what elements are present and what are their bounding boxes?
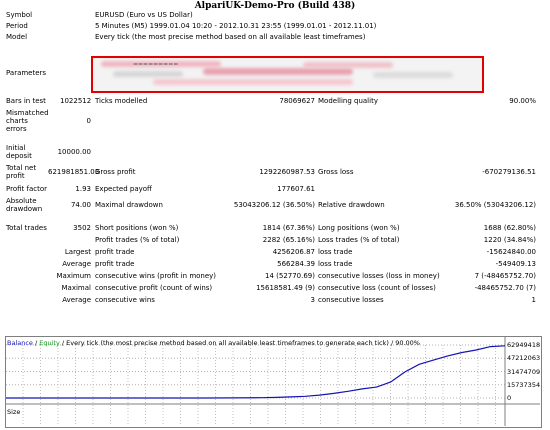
model-value: Every tick (the most precise method base…	[95, 33, 366, 41]
expected-payoff-value: 177607.61	[277, 185, 315, 193]
rel-drawdown-value: 36.50% (53043206.12)	[454, 201, 536, 209]
avg-consec-wins-value: 3	[310, 296, 315, 304]
maximum-losses-value: 7 (-48465752.70)	[474, 272, 536, 280]
expected-payoff-label: Expected payoff	[95, 185, 152, 193]
parameters-label: Parameters	[6, 69, 47, 77]
avg-consec-losses-label: consecutive losses	[318, 296, 384, 304]
profit-trades-value: 2282 (65.16%)	[262, 236, 315, 244]
profit-factor-label: Profit factor	[6, 185, 47, 193]
avg-consec-wins-label: consecutive wins	[95, 296, 155, 304]
rel-drawdown-label: Relative drawdown	[318, 201, 385, 209]
maximum-wins-value: 14 (52770.69)	[265, 272, 315, 280]
redacted-blob	[373, 72, 453, 78]
average-loss-value: -549409.13	[495, 260, 536, 268]
max-drawdown-label: Maximal drawdown	[95, 201, 163, 209]
largest-prefix: Largest	[64, 248, 91, 256]
max-drawdown-value: 53043206.12 (36.50%)	[233, 201, 315, 209]
symbol-value: EURUSD (Euro vs US Dollar)	[95, 11, 193, 19]
average-prefix: Average	[62, 260, 91, 268]
maximal-profit-label: consecutive profit (count of wins)	[95, 284, 213, 292]
maximal-loss-label: consecutive loss (count of losses)	[318, 284, 436, 292]
ticks-value: 78069627	[279, 97, 315, 105]
largest-loss-value: -15624840.00	[486, 248, 536, 256]
mismatched-label-3: errors	[6, 125, 27, 133]
largest-profit-value: 4256206.87	[272, 248, 315, 256]
redacted-blob	[153, 79, 353, 85]
abs-drawdown-label-2: drawdown	[6, 205, 43, 213]
abs-drawdown-value: 74.00	[70, 201, 91, 209]
period-label: Period	[6, 22, 28, 30]
maximal-profit-value: 15618581.49 (9)	[256, 284, 315, 292]
net-profit-label-2: profit	[6, 172, 25, 180]
model-label: Model	[6, 33, 28, 41]
period-value: 5 Minutes (M5) 1999.01.04 10:20 - 2012.1…	[95, 22, 377, 30]
bars-value: 1022512	[60, 97, 92, 105]
quality-value: 90.00%	[509, 97, 536, 105]
gross-profit-label: Gross profit	[95, 168, 136, 176]
symbol-label: Symbol	[6, 11, 33, 19]
y-tick-label: 62949418	[507, 341, 541, 349]
balance-chart	[5, 336, 542, 428]
deposit-value: 10000.00	[57, 148, 91, 156]
maximal-prefix: Maximal	[61, 284, 91, 292]
deposit-label-2: deposit	[6, 152, 32, 160]
average-profit-value: 566284.39	[277, 260, 315, 268]
total-trades-value: 3502	[73, 224, 91, 232]
short-positions-value: 1814 (67.36%)	[262, 224, 315, 232]
size-panel-label: Size	[7, 408, 21, 416]
y-tick-label: 31474709	[507, 367, 541, 376]
quality-label: Modelling quality	[318, 97, 378, 105]
loss-trades-label: Loss trades (% of total)	[318, 236, 400, 244]
parameters-redacted-box: =========	[91, 56, 484, 93]
redacted-blob	[303, 62, 393, 68]
profit-factor-value: 1.93	[75, 185, 91, 193]
maximal-loss-value: -48465752.70 (7)	[474, 284, 536, 292]
total-trades-label: Total trades	[6, 224, 47, 232]
profit-trades-label: Profit trades (% of total)	[95, 236, 180, 244]
legend-balance: Balance	[7, 339, 33, 347]
bars-label: Bars in test	[6, 97, 46, 105]
window-title: AlpariUK-Demo-Pro (Build 438)	[194, 1, 356, 11]
long-positions-label: Long positions (won %)	[318, 224, 400, 232]
parameters-fragment: =========	[133, 61, 179, 68]
largest-loss-label: loss trade	[318, 248, 353, 256]
ticks-label: Ticks modelled	[95, 97, 148, 105]
redacted-blob	[203, 68, 353, 75]
avg-consec-prefix: Average	[62, 296, 91, 304]
average-loss-label: loss trade	[318, 260, 353, 268]
maximum-wins-label: consecutive wins (profit in money)	[95, 272, 217, 280]
redacted-blob	[113, 71, 183, 77]
legend-rest: / Every tick (the most precise method ba…	[59, 339, 420, 347]
average-profit-label: profit trade	[95, 260, 135, 268]
long-positions-value: 1688 (62.80%)	[483, 224, 536, 232]
avg-consec-losses-value: 1	[531, 296, 536, 304]
loss-trades-value: 1220 (34.84%)	[483, 236, 536, 244]
gross-loss-label: Gross loss	[318, 168, 354, 176]
maximum-losses-label: consecutive losses (loss in money)	[318, 272, 440, 280]
chart-legend: Balance / Equity / Every tick (the most …	[7, 339, 420, 347]
gross-loss-value: -670279136.51	[482, 168, 536, 176]
maximum-prefix: Maximum	[56, 272, 92, 280]
y-tick-label: 15737354	[507, 380, 541, 389]
y-tick-label: 47212063	[507, 354, 541, 363]
mismatched-value: 0	[86, 117, 91, 125]
gross-profit-value: 1292260987.53	[259, 168, 315, 176]
short-positions-label: Short positions (won %)	[95, 224, 179, 232]
legend-equity: Equity	[39, 339, 60, 347]
largest-profit-label: profit trade	[95, 248, 135, 256]
y-tick-label: 0	[507, 394, 512, 402]
net-profit-value: 621981851.03	[48, 168, 100, 176]
